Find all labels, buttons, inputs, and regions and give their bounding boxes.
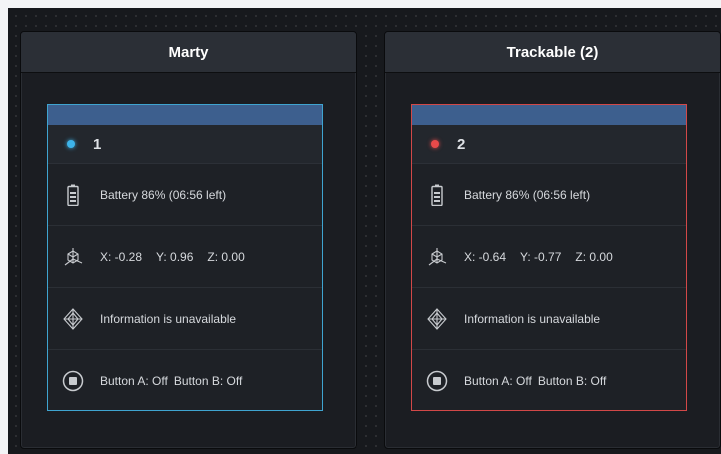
orientation-status: Information is unavailable — [100, 311, 237, 326]
device-number: 2 — [457, 135, 466, 153]
buttons-row: Button A: Off Button B: Off — [412, 350, 686, 412]
button-icon — [426, 370, 448, 392]
battery-icon — [426, 184, 448, 206]
button-a-status: Button A: Off — [464, 374, 532, 388]
status-dot-icon — [67, 140, 75, 148]
panel-title: Trackable (2) — [385, 32, 720, 73]
battery-status: Battery 86% (06:56 left) — [100, 187, 227, 202]
button-b-status: Button B: Off — [173, 374, 243, 388]
orientation-status: Information is unavailable — [464, 311, 601, 326]
trackable-panel-marty: Marty 1 Battery 86% (06:56 left) X: -0.2… — [20, 31, 357, 449]
battery-status: Battery 86% (06:56 left) — [464, 187, 591, 202]
status-dot-icon — [431, 140, 439, 148]
trackable-card[interactable]: 2 Battery 86% (06:56 left) X: -0.64 Y: -… — [411, 104, 687, 411]
card-color-bar — [48, 105, 322, 125]
buttons-row: Button A: Off Button B: Off — [48, 350, 322, 412]
button-a-status: Button A: Off — [100, 374, 168, 388]
card-header: 2 — [412, 125, 686, 164]
position-y: Y: -0.77 — [520, 249, 562, 264]
axes-icon — [426, 246, 448, 268]
trackable-card[interactable]: 1 Battery 86% (06:56 left) X: -0.28 Y: 0… — [47, 104, 323, 411]
battery-row: Battery 86% (06:56 left) — [412, 164, 686, 226]
battery-row: Battery 86% (06:56 left) — [48, 164, 322, 226]
panel-title: Marty — [21, 32, 356, 73]
orientation-icon — [426, 307, 448, 330]
orientation-icon — [62, 307, 84, 330]
position-row: X: -0.64 Y: -0.77 Z: 0.00 — [412, 226, 686, 288]
position-z: Z: 0.00 — [575, 249, 613, 264]
card-header: 1 — [48, 125, 322, 164]
position-x: X: -0.64 — [464, 249, 507, 264]
device-number: 1 — [93, 135, 102, 153]
orientation-row: Information is unavailable — [412, 288, 686, 350]
axes-icon — [62, 246, 84, 268]
dashboard-canvas: Marty 1 Battery 86% (06:56 left) X: -0.2… — [8, 8, 721, 454]
battery-icon — [62, 184, 84, 206]
position-row: X: -0.28 Y: 0.96 Z: 0.00 — [48, 226, 322, 288]
card-color-bar — [412, 105, 686, 125]
position-z: Z: 0.00 — [207, 249, 245, 264]
trackable-panel-2: Trackable (2) 2 Battery 86% (06:56 left)… — [384, 31, 721, 449]
button-icon — [62, 370, 84, 392]
button-b-status: Button B: Off — [537, 374, 607, 388]
position-x: X: -0.28 — [100, 249, 143, 264]
orientation-row: Information is unavailable — [48, 288, 322, 350]
position-y: Y: 0.96 — [156, 249, 194, 264]
